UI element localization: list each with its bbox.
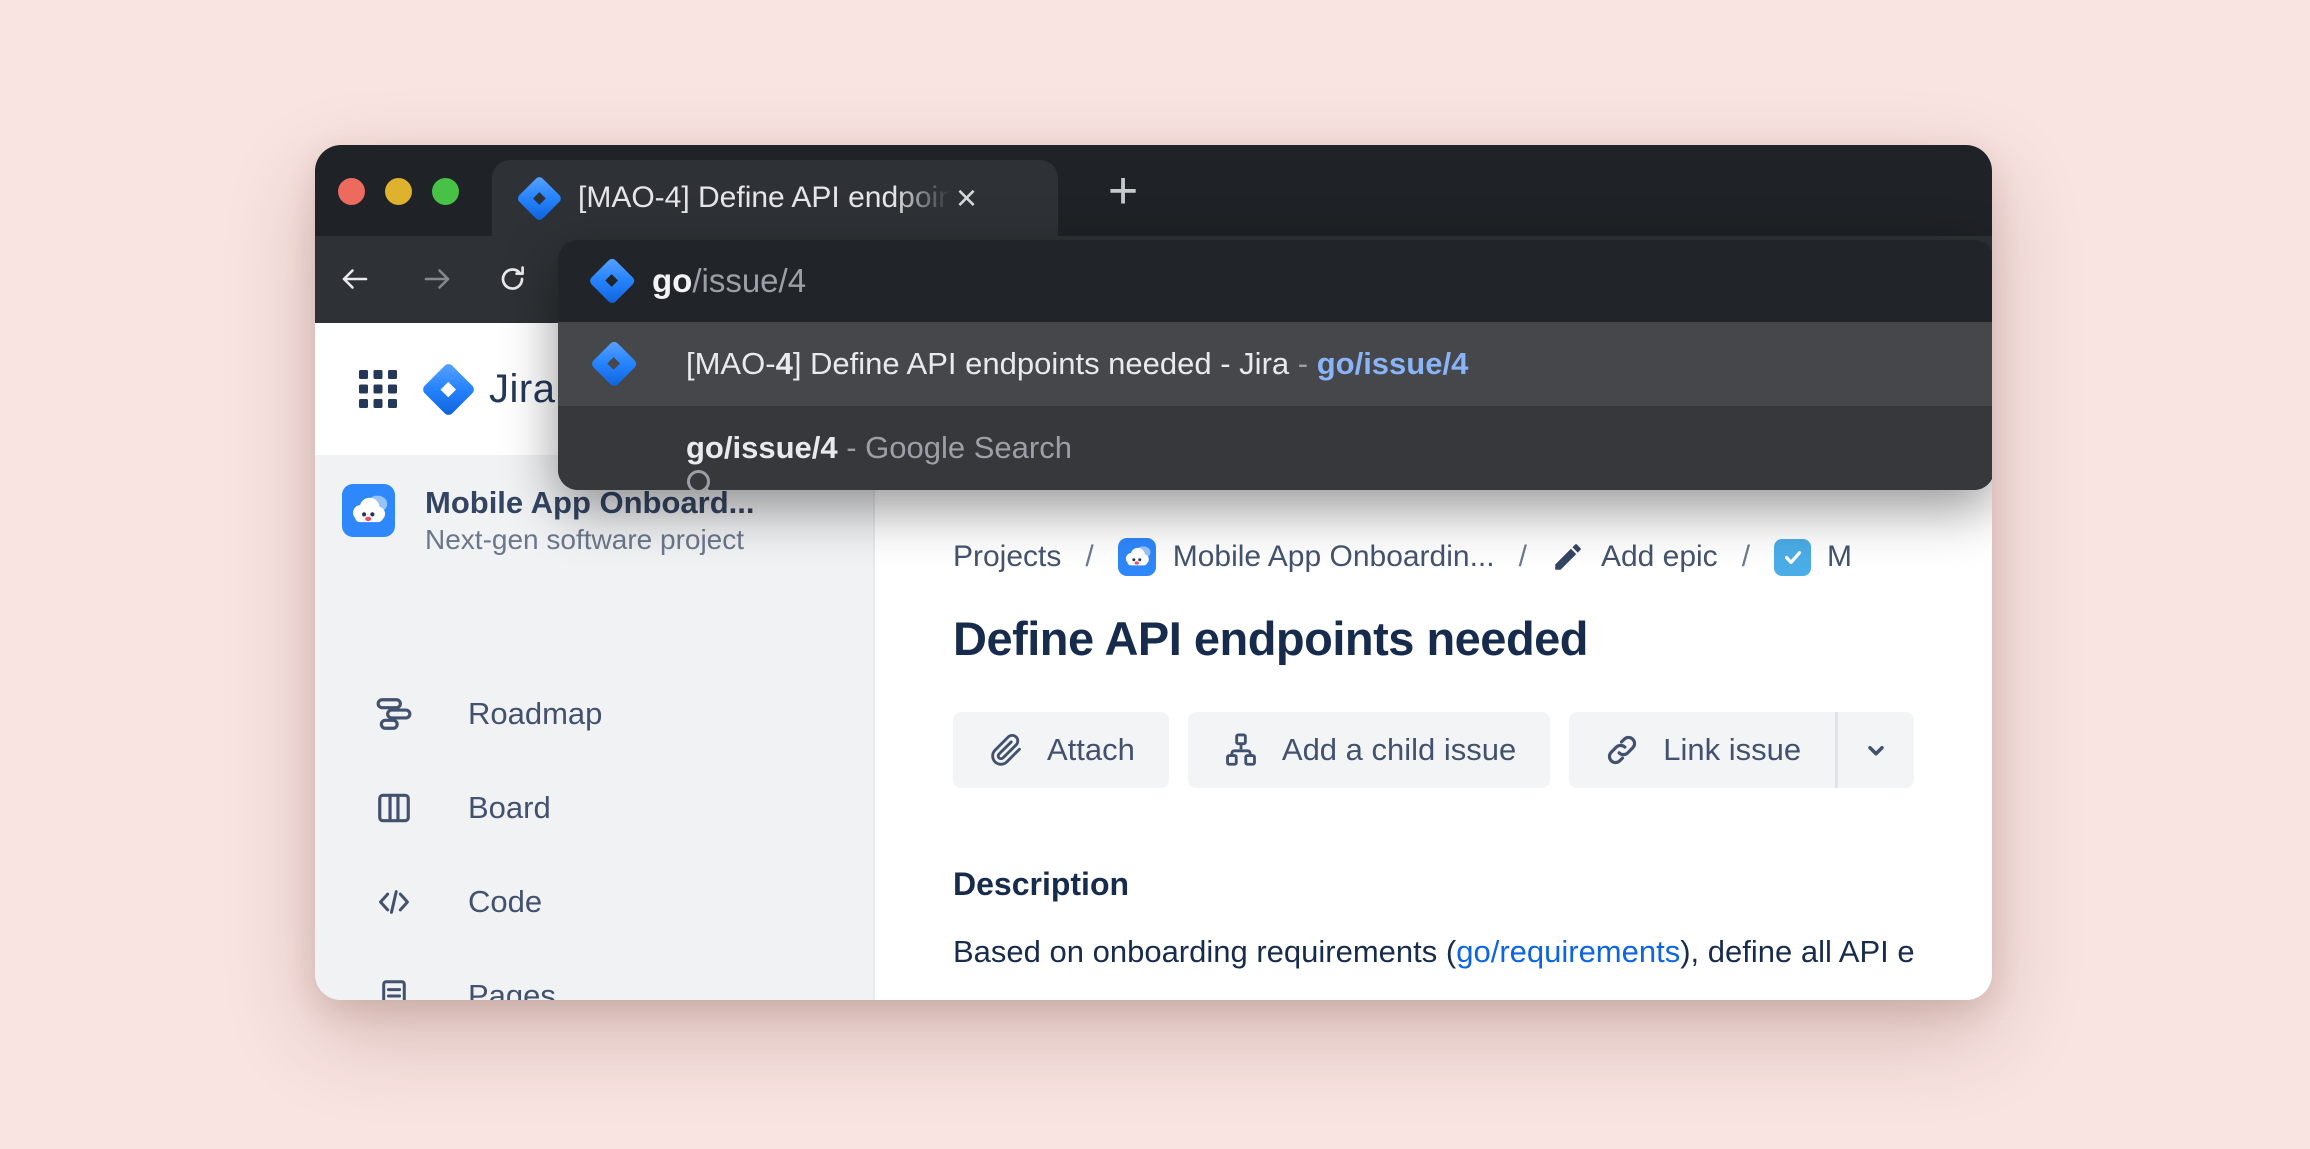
- issue-main-panel: Projects / Mobile App Onboardin... / Add…: [875, 455, 1992, 1000]
- code-icon: [375, 883, 413, 921]
- add-child-issue-button[interactable]: Add a child issue: [1187, 712, 1551, 788]
- issue-title: Define API endpoints needed: [953, 612, 1589, 665]
- browser-window: [MAO-4] Define API endpoints × + Jira Mo…: [315, 145, 1992, 1000]
- description-post: ), define all API e: [1680, 934, 1915, 969]
- add-child-issue-label: Add a child issue: [1281, 732, 1517, 767]
- page-body: Mobile App Onboard... Next-gen software …: [315, 455, 1992, 1000]
- attach-label: Attach: [1047, 732, 1135, 767]
- project-subtitle: Next-gen software project: [425, 524, 745, 555]
- breadcrumb: Projects / Mobile App Onboardin... / Add…: [953, 535, 1852, 579]
- link-icon: [1608, 735, 1637, 765]
- new-tab-button[interactable]: +: [1085, 161, 1161, 221]
- breadcrumb-project-cloud-icon: [1117, 538, 1156, 576]
- pages-icon: [375, 977, 413, 1000]
- omnibox-input[interactable]: go/issue/4: [652, 262, 806, 300]
- jira-favicon: [592, 342, 636, 386]
- jira-favicon: [590, 259, 634, 303]
- breadcrumb-project-link[interactable]: Mobile App Onboardin...: [1173, 540, 1495, 574]
- sidebar-nav: Roadmap Board Code Pages: [315, 667, 873, 1000]
- suggestion-search-text: go/issue/4 - Google Search: [686, 430, 1072, 465]
- jira-favicon: [518, 177, 560, 219]
- link-issue-split-button: Link issue: [1569, 712, 1915, 788]
- board-icon: [375, 789, 413, 827]
- jira-logo-icon[interactable]: [423, 364, 473, 414]
- description-requirements-link[interactable]: go/requirements: [1456, 934, 1680, 969]
- chevron-down-icon: [1868, 746, 1884, 756]
- sidebar-label-roadmap: Roadmap: [468, 696, 603, 731]
- omnibox-autocomplete-text: /issue/4: [692, 262, 807, 299]
- sidebar-item-code[interactable]: Code: [315, 855, 873, 949]
- sidebar-label-code: Code: [468, 884, 543, 919]
- omnibox-dropdown: go/issue/4 [MAO-4] Define API endpoints …: [558, 240, 1992, 490]
- paperclip-icon: [991, 733, 1021, 766]
- tab-strip: [MAO-4] Define API endpoints × +: [315, 145, 1992, 236]
- traffic-light-zoom[interactable]: [432, 178, 459, 205]
- description-heading: Description: [953, 866, 1130, 902]
- suggestion-site-text: [MAO-4] Define API endpoints needed - Ji…: [686, 346, 1469, 381]
- omnibox-typed-text: go: [652, 262, 693, 299]
- sidebar-label-pages: Pages: [468, 978, 556, 1000]
- breadcrumb-separator: /: [1085, 540, 1094, 573]
- sidebar-item-pages[interactable]: Pages: [315, 949, 873, 1000]
- attach-button[interactable]: Attach: [953, 712, 1169, 788]
- omnibox-url-row[interactable]: go/issue/4: [558, 240, 1992, 322]
- breadcrumb-separator: /: [1741, 540, 1751, 573]
- search-icon: [595, 428, 711, 490]
- suggestion-row-site[interactable]: [MAO-4] Define API endpoints needed - Ji…: [558, 322, 1992, 406]
- issue-action-buttons: Attach Add a child issue Link issue: [953, 712, 1915, 788]
- sidebar-item-roadmap[interactable]: Roadmap: [315, 667, 873, 761]
- tab-title: [MAO-4] Define API endpoints: [578, 178, 950, 218]
- app-switcher-icon[interactable]: [359, 370, 397, 408]
- link-issue-label: Link issue: [1663, 732, 1802, 767]
- jira-wordmark[interactable]: Jira: [489, 367, 555, 412]
- sidebar-item-board[interactable]: Board: [315, 761, 873, 855]
- traffic-light-close[interactable]: [338, 178, 365, 205]
- project-avatar-cloud-icon: [342, 484, 395, 537]
- back-icon[interactable]: [335, 259, 375, 299]
- desktop-background: [MAO-4] Define API endpoints × + Jira Mo…: [0, 0, 2310, 1149]
- description-pre: Based on onboarding requirements (: [953, 934, 1457, 969]
- task-type-icon: [1774, 538, 1812, 576]
- breadcrumb-issue-key[interactable]: M: [1827, 540, 1852, 574]
- browser-tab[interactable]: [MAO-4] Define API endpoints ×: [492, 160, 1058, 236]
- roadmap-icon: [375, 695, 413, 733]
- description-text: Based on onboarding requirements (go/req…: [953, 934, 1915, 970]
- link-issue-button[interactable]: Link issue: [1569, 712, 1835, 788]
- suggestion-row-search[interactable]: go/issue/4 - Google Search: [558, 406, 1992, 490]
- breadcrumb-add-epic-link[interactable]: Add epic: [1601, 540, 1718, 574]
- breadcrumb-separator: /: [1518, 540, 1527, 573]
- jira-sidebar: Mobile App Onboard... Next-gen software …: [315, 455, 875, 1000]
- link-issue-caret-button[interactable]: [1838, 712, 1914, 788]
- breadcrumb-projects-link[interactable]: Projects: [953, 540, 1061, 574]
- pencil-icon: [1551, 540, 1585, 574]
- forward-icon[interactable]: [417, 259, 457, 299]
- traffic-light-minimize[interactable]: [385, 178, 412, 205]
- reload-icon[interactable]: [493, 259, 533, 299]
- child-issues-icon: [1226, 733, 1256, 766]
- project-switcher[interactable]: Mobile App Onboard... Next-gen software …: [342, 484, 755, 558]
- sidebar-label-board: Board: [468, 790, 551, 825]
- tab-close-icon[interactable]: ×: [956, 180, 977, 216]
